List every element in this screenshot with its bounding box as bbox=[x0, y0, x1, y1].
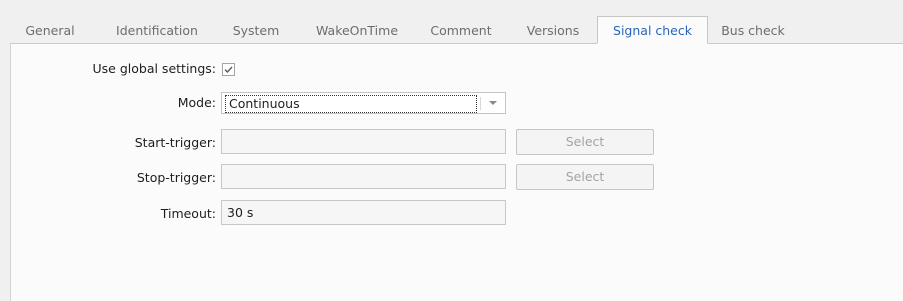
tab-wakeontime[interactable]: WakeOnTime bbox=[302, 17, 412, 43]
tab-system[interactable]: System bbox=[220, 17, 292, 43]
use-global-settings-checkbox[interactable] bbox=[222, 63, 235, 76]
chevron-down-icon[interactable] bbox=[487, 98, 499, 108]
stop-trigger-label: Stop-trigger: bbox=[136, 170, 216, 185]
use-global-settings-label: Use global settings: bbox=[92, 61, 216, 76]
start-trigger-field[interactable] bbox=[221, 129, 506, 154]
mode-label: Mode: bbox=[177, 95, 216, 110]
stop-trigger-select-button[interactable]: Select bbox=[516, 164, 654, 190]
tab-identification[interactable]: Identification bbox=[102, 17, 212, 43]
check-mark-icon bbox=[224, 66, 233, 74]
start-trigger-label: Start-trigger: bbox=[134, 135, 216, 150]
stop-trigger-field[interactable] bbox=[221, 164, 506, 189]
tab-versions[interactable]: Versions bbox=[514, 17, 592, 43]
start-trigger-select-button[interactable]: Select bbox=[516, 129, 654, 155]
tab-bus-check[interactable]: Bus check bbox=[712, 17, 794, 43]
tab-signal-check[interactable]: Signal check bbox=[597, 16, 708, 44]
mode-dropdown[interactable]: Continuous bbox=[221, 92, 506, 114]
tab-comment[interactable]: Comment bbox=[420, 17, 502, 43]
settings-dialog: General Identification System WakeOnTime… bbox=[0, 0, 903, 301]
mode-selected-value: Continuous bbox=[225, 95, 477, 113]
timeout-field[interactable]: 30 s bbox=[221, 200, 506, 225]
timeout-label: Timeout: bbox=[160, 206, 216, 221]
tab-strip: General Identification System WakeOnTime… bbox=[10, 16, 903, 44]
dropdown-separator bbox=[480, 97, 481, 110]
tab-general[interactable]: General bbox=[15, 17, 85, 43]
